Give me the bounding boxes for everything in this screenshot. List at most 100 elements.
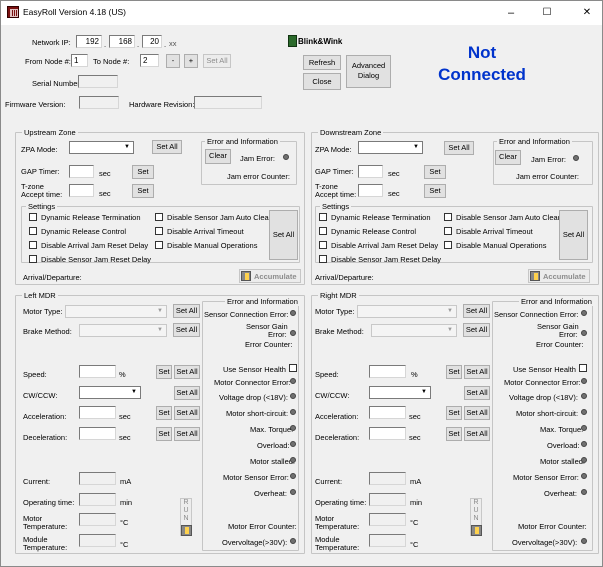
downstream-cb-dynamic-release-termination[interactable]: [319, 213, 327, 221]
downstream-gap-set-button[interactable]: Set: [424, 165, 446, 179]
advanced-dialog-button[interactable]: Advanced Dialog: [346, 55, 391, 88]
node-decrement-button[interactable]: -: [166, 54, 180, 68]
left-speed-set-button[interactable]: Set: [156, 365, 172, 379]
ip-octet-1[interactable]: 192: [76, 35, 102, 48]
upstream-cb-disable-sensor-jam-auto-clear[interactable]: [155, 213, 163, 221]
upstream-cb-disable-manual-operations[interactable]: [155, 241, 163, 249]
left-acceleration-set-button[interactable]: Set: [156, 406, 172, 420]
left-deceleration-set-button[interactable]: Set: [156, 427, 172, 441]
left-motor-temp-unit: °C: [120, 518, 129, 527]
to-node-field[interactable]: 2: [140, 54, 159, 67]
left-run-button[interactable]: R U N: [180, 498, 192, 536]
node-increment-button[interactable]: +: [184, 54, 198, 68]
blink-wink-button[interactable]: Blink&Wink: [288, 35, 346, 48]
downstream-zpa-mode-select[interactable]: ▼: [358, 141, 423, 154]
right-cw-ccw-select[interactable]: ▼: [369, 386, 431, 399]
left-cw-ccw-select[interactable]: ▼: [79, 386, 141, 399]
right-speed-field[interactable]: [369, 365, 406, 378]
upstream-jam-error-indicator: [283, 154, 289, 160]
downstream-gap-timer-field[interactable]: [358, 165, 383, 178]
right-brake-set-all-button[interactable]: Set All: [463, 323, 490, 337]
from-node-field[interactable]: 1: [71, 54, 88, 67]
left-acceleration-set-all-button[interactable]: Set All: [174, 406, 200, 420]
downstream-cb-disable-arrival-jam-reset-delay[interactable]: [319, 241, 327, 249]
left-deceleration-field[interactable]: [79, 427, 116, 440]
maximize-button[interactable]: ☐: [535, 4, 559, 22]
right-speed-set-all-button[interactable]: Set All: [464, 365, 490, 379]
left-direction-set-all-button[interactable]: Set All: [174, 386, 200, 400]
right-deceleration-set-all-button[interactable]: Set All: [464, 427, 490, 441]
upstream-clear-button[interactable]: Clear: [205, 149, 231, 164]
refresh-button[interactable]: Refresh: [303, 55, 341, 70]
right-deceleration-set-button[interactable]: Set: [446, 427, 462, 441]
right-speed-set-button[interactable]: Set: [446, 365, 462, 379]
downstream-settings-set-all-button[interactable]: Set All: [559, 210, 588, 260]
upstream-tzone-sec-unit: sec: [99, 189, 111, 198]
upstream-cb-dynamic-release-control[interactable]: [29, 227, 37, 235]
upstream-cb-disable-sensor-jam-reset-delay[interactable]: [29, 255, 37, 263]
upstream-cb-label-5: Disable Manual Operations: [167, 241, 258, 250]
left-motor-type-select[interactable]: ▼: [65, 305, 167, 318]
close-window-button[interactable]: ✕: [575, 4, 599, 22]
left-brake-method-select[interactable]: ▼: [79, 324, 167, 337]
downstream-cb-disable-arrival-timeout[interactable]: [444, 227, 452, 235]
chevron-down-icon: ▼: [413, 144, 419, 150]
right-use-sensor-health-label: Use Sensor Health: [513, 365, 576, 374]
right-run-button[interactable]: R U N: [470, 498, 482, 536]
left-speed-field[interactable]: [79, 365, 116, 378]
right-overload-label: Overload:: [547, 441, 580, 450]
upstream-tzone-field[interactable]: [69, 184, 94, 197]
downstream-cb-disable-manual-operations[interactable]: [444, 241, 452, 249]
close-button[interactable]: Close: [303, 73, 341, 90]
left-speed-set-all-button[interactable]: Set All: [174, 365, 200, 379]
left-use-sensor-health-checkbox[interactable]: [289, 364, 297, 372]
right-run-letter-u: U: [473, 507, 479, 514]
upstream-tzone-set-button[interactable]: Set: [132, 184, 154, 198]
right-deceleration-field[interactable]: [369, 427, 406, 440]
upstream-cb-label-2: Dynamic Release Control: [41, 227, 127, 236]
right-motor-type-select[interactable]: ▼: [357, 305, 457, 318]
left-motor-temp-label-2: Temperature:: [23, 522, 68, 531]
downstream-cb-dynamic-release-control[interactable]: [319, 227, 327, 235]
downstream-zpa-set-all-button[interactable]: Set All: [444, 141, 474, 155]
upstream-cb-disable-arrival-timeout[interactable]: [155, 227, 163, 235]
right-motor-connector-label: Motor Connector Error:: [504, 378, 581, 387]
downstream-tzone-field[interactable]: [358, 184, 383, 197]
upstream-jam-error-label: Jam Error:: [240, 154, 276, 163]
upstream-tzone-label-2: Accept time:: [21, 190, 63, 199]
node-set-all-button[interactable]: Set All: [203, 54, 231, 68]
upstream-zpa-set-all-button[interactable]: Set All: [152, 140, 182, 154]
right-overheat-label: Overheat:: [544, 489, 577, 498]
minimize-button[interactable]: –: [499, 4, 523, 22]
left-brake-set-all-button[interactable]: Set All: [173, 323, 200, 337]
right-acceleration-field[interactable]: [369, 406, 406, 419]
upstream-cb-disable-arrival-jam-reset-delay[interactable]: [29, 241, 37, 249]
downstream-cb-disable-sensor-jam-auto-clear[interactable]: [444, 213, 452, 221]
chevron-down-icon: ▼: [157, 327, 163, 333]
ip-octet-3[interactable]: 20: [142, 35, 162, 48]
downstream-accumulate-button[interactable]: Accumulate: [528, 269, 590, 283]
right-direction-set-all-button[interactable]: Set All: [464, 386, 490, 400]
right-sensor-connection-indicator: [581, 310, 587, 316]
right-acceleration-set-button[interactable]: Set: [446, 406, 462, 420]
right-brake-method-select[interactable]: ▼: [371, 324, 457, 337]
right-acceleration-set-all-button[interactable]: Set All: [464, 406, 490, 420]
upstream-zpa-mode-select[interactable]: ▼: [69, 141, 134, 154]
left-deceleration-set-all-button[interactable]: Set All: [174, 427, 200, 441]
downstream-tzone-set-button[interactable]: Set: [424, 184, 446, 198]
downstream-clear-button[interactable]: Clear: [495, 150, 521, 165]
right-use-sensor-health-checkbox[interactable]: [579, 364, 587, 372]
right-motor-type-set-all-button[interactable]: Set All: [463, 304, 490, 318]
upstream-gap-set-button[interactable]: Set: [132, 165, 154, 179]
downstream-jam-counter-label: Jam error Counter:: [516, 172, 579, 181]
upstream-cb-dynamic-release-termination[interactable]: [29, 213, 37, 221]
upstream-gap-timer-field[interactable]: [69, 165, 94, 178]
upstream-accumulate-button[interactable]: Accumulate: [239, 269, 301, 283]
ip-octet-2[interactable]: 168: [109, 35, 135, 48]
left-acceleration-field[interactable]: [79, 406, 116, 419]
hardware-revision-field: [194, 96, 262, 109]
upstream-settings-set-all-button[interactable]: Set All: [269, 210, 298, 260]
downstream-cb-disable-sensor-jam-reset-delay[interactable]: [319, 255, 327, 263]
left-motor-type-set-all-button[interactable]: Set All: [173, 304, 200, 318]
right-sensor-gain-label-2: Error:: [559, 330, 578, 339]
